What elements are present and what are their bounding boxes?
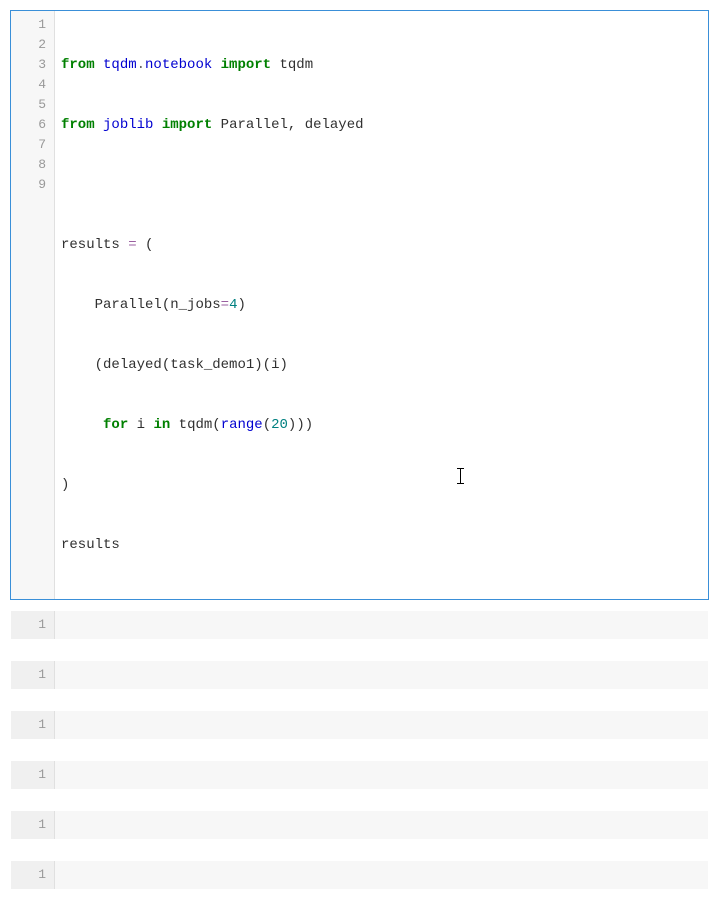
code-line[interactable]: ) — [61, 475, 702, 495]
output-cell: 1 — [10, 760, 709, 790]
output-body — [55, 661, 708, 689]
output-line-number: 1 — [11, 761, 55, 789]
output-strip — [10, 790, 709, 800]
output-line-number: 1 — [11, 861, 55, 889]
line-number: 5 — [11, 95, 54, 115]
line-number: 6 — [11, 115, 54, 135]
output-cell: 1 — [10, 810, 709, 840]
output-line-number: 1 — [11, 811, 55, 839]
output-body — [55, 811, 708, 839]
output-body — [55, 711, 708, 739]
line-number: 4 — [11, 75, 54, 95]
line-number: 8 — [11, 155, 54, 175]
output-strip — [10, 690, 709, 700]
output-cell: 1 — [10, 660, 709, 690]
code-editor[interactable]: from tqdm.notebook import tqdm from jobl… — [55, 11, 708, 599]
code-line[interactable]: results = ( — [61, 235, 702, 255]
line-number: 2 — [11, 35, 54, 55]
output-line-number: 1 — [11, 661, 55, 689]
code-line[interactable]: (delayed(task_demo1)(i) — [61, 355, 702, 375]
output-cell: 1 — [10, 860, 709, 890]
line-number: 9 — [11, 175, 54, 195]
output-body — [55, 761, 708, 789]
output-strip — [10, 840, 709, 850]
output-line-number: 1 — [11, 711, 55, 739]
output-cell: 1 — [10, 710, 709, 740]
output-cell: 1 — [10, 610, 709, 640]
line-number: 1 — [11, 15, 54, 35]
code-line[interactable]: for i in tqdm(range(20))) — [61, 415, 702, 435]
output-strip — [10, 640, 709, 650]
code-line[interactable]: from joblib import Parallel, delayed — [61, 115, 702, 135]
output-body — [55, 611, 708, 639]
line-number: 3 — [11, 55, 54, 75]
code-line[interactable]: Parallel(n_jobs=4) — [61, 295, 702, 315]
output-body — [55, 861, 708, 889]
code-line[interactable] — [61, 175, 702, 195]
code-line[interactable]: results — [61, 535, 702, 555]
output-strip — [10, 890, 709, 900]
code-cell-active[interactable]: 1 2 3 4 5 6 7 8 9 from tqdm.notebook imp… — [10, 10, 709, 600]
line-number-gutter: 1 2 3 4 5 6 7 8 9 — [11, 11, 55, 599]
output-line-number: 1 — [11, 611, 55, 639]
output-strip — [10, 740, 709, 750]
line-number: 7 — [11, 135, 54, 155]
code-line[interactable]: from tqdm.notebook import tqdm — [61, 55, 702, 75]
